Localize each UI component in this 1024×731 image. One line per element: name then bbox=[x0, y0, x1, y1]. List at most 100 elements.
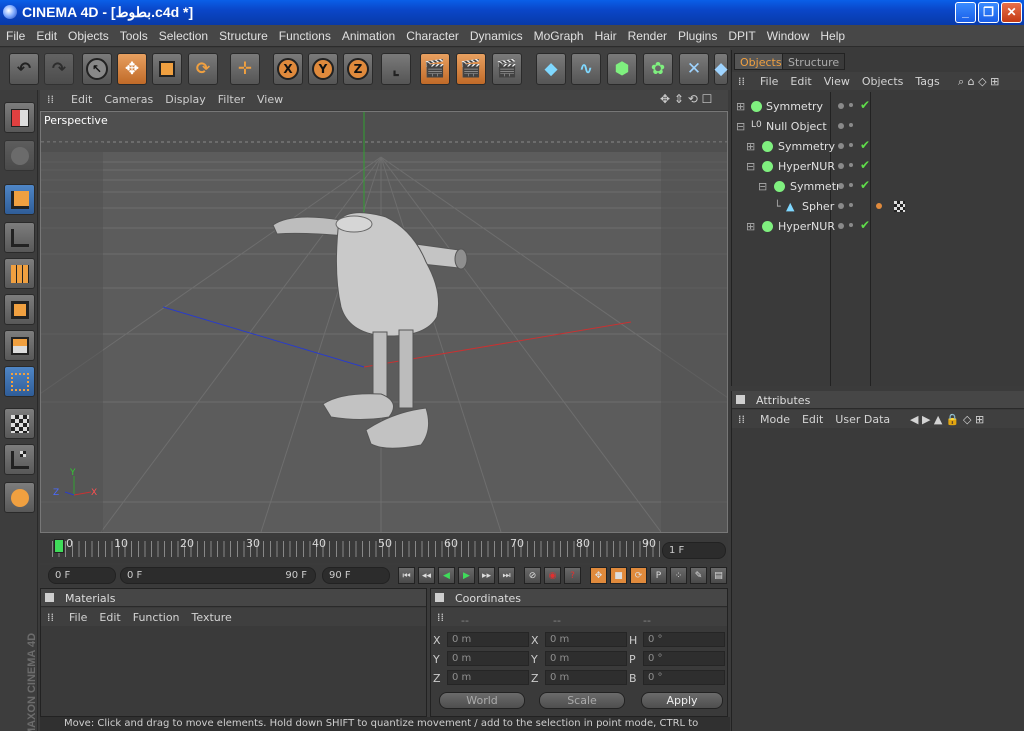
object-row-hypernurbs-2[interactable]: ⊞ HyperNUR ✔ bbox=[734, 217, 1022, 236]
viewport-menu-cameras[interactable]: Cameras bbox=[97, 90, 158, 106]
minimize-button[interactable]: _ bbox=[955, 2, 976, 23]
polygons-mode-button[interactable] bbox=[4, 330, 35, 361]
apply-button[interactable]: Apply bbox=[641, 692, 723, 709]
cube-button[interactable]: ◆ bbox=[536, 53, 566, 85]
viewport-perspective[interactable]: Perspective Y Z X bbox=[40, 111, 728, 533]
menu-functions[interactable]: Functions bbox=[273, 25, 336, 43]
obj-menu-view[interactable]: View bbox=[818, 72, 856, 88]
timeline-playhead[interactable] bbox=[54, 539, 64, 553]
sculpt-button[interactable] bbox=[4, 482, 35, 513]
scene-button[interactable]: ◆ bbox=[714, 53, 728, 85]
play-backward-button[interactable]: ◀ bbox=[438, 567, 455, 584]
timeline-ruler[interactable]: 0 10 20 30 40 50 60 70 80 90 1 F bbox=[40, 537, 728, 563]
key-point-button[interactable]: ⁘ bbox=[670, 567, 687, 584]
add-object-button[interactable]: ✛ bbox=[230, 53, 260, 85]
enabled-check-icon[interactable]: ✔ bbox=[860, 158, 870, 172]
phong-tag-icon[interactable] bbox=[876, 203, 882, 209]
obj-menu-tags[interactable]: Tags bbox=[909, 72, 945, 88]
obj-menu-file[interactable]: File bbox=[754, 72, 784, 88]
z-axis-lock-button[interactable]: Z bbox=[343, 53, 373, 85]
size-y-field[interactable]: 0 m bbox=[545, 651, 627, 666]
enabled-check-icon[interactable]: ✔ bbox=[860, 218, 870, 232]
menu-selection[interactable]: Selection bbox=[153, 25, 213, 43]
obj-menu-edit[interactable]: Edit bbox=[784, 72, 817, 88]
mat-menu-edit[interactable]: Edit bbox=[93, 608, 126, 624]
menu-mograph[interactable]: MoGraph bbox=[528, 25, 589, 43]
key-pla-button[interactable]: ✎ bbox=[690, 567, 707, 584]
mat-menu-function[interactable]: Function bbox=[127, 608, 186, 624]
viewport-menu-filter[interactable]: Filter bbox=[211, 90, 250, 106]
rotate-tool-button[interactable]: ⟳ bbox=[188, 53, 218, 85]
model-tool-button[interactable] bbox=[4, 184, 35, 215]
end-frame-field[interactable]: 90 F bbox=[322, 567, 390, 584]
tab-structure[interactable]: Structure bbox=[782, 53, 846, 70]
attr-menu-mode[interactable]: Mode bbox=[754, 410, 796, 426]
goto-end-button[interactable]: ⏭ bbox=[498, 567, 515, 584]
viewport-menu-edit[interactable]: Edit bbox=[64, 90, 97, 106]
scale-tool-button[interactable] bbox=[152, 53, 182, 85]
attr-nav-icons[interactable]: ◀ ▶ ▲ 🔒 ◇ ⊞ bbox=[904, 410, 990, 426]
object-row-sphere[interactable]: └ ▲ Spher bbox=[734, 197, 1022, 216]
record-key-button[interactable]: ⊘ bbox=[524, 567, 541, 584]
spline-button[interactable]: ∿ bbox=[571, 53, 601, 85]
edges-mode-button[interactable] bbox=[4, 294, 35, 325]
range-slider[interactable]: 0 F 90 F bbox=[120, 567, 316, 584]
key-parameter-button[interactable]: P bbox=[650, 567, 667, 584]
undo-button[interactable]: ↶ bbox=[9, 53, 39, 85]
menu-edit[interactable]: Edit bbox=[30, 25, 62, 43]
key-position-button[interactable]: ✥ bbox=[590, 567, 607, 584]
render-view-button[interactable]: 🎬 bbox=[420, 53, 450, 85]
mat-menu-file[interactable]: File bbox=[63, 608, 93, 624]
object-mode-button[interactable] bbox=[4, 366, 35, 397]
tab-objects[interactable]: Objects bbox=[734, 53, 788, 70]
pos-y-field[interactable]: 0 m bbox=[447, 651, 529, 666]
menu-help[interactable]: Help bbox=[814, 25, 850, 43]
object-row-symmetry-nested[interactable]: ⊟ Symmetr ✔ bbox=[734, 177, 1022, 196]
menu-hair[interactable]: Hair bbox=[589, 25, 622, 43]
scale-dropdown[interactable]: Scale bbox=[539, 692, 625, 709]
window-titlebar[interactable]: CINEMA 4D - [بطوط.c4d *] _ ❐ ✕ bbox=[0, 0, 1024, 25]
array-button[interactable]: ✿ bbox=[643, 53, 673, 85]
key-rotation-button[interactable]: ⟳ bbox=[630, 567, 647, 584]
texture-axis-button[interactable] bbox=[4, 444, 35, 475]
play-forward-button[interactable]: ▶ bbox=[458, 567, 475, 584]
layout-button[interactable] bbox=[4, 102, 35, 133]
menu-dpit[interactable]: DPIT bbox=[722, 25, 760, 43]
current-frame-field[interactable]: 1 F bbox=[662, 542, 726, 559]
menu-file[interactable]: File bbox=[0, 25, 30, 43]
attr-menu-edit[interactable]: Edit bbox=[796, 410, 829, 426]
menu-character[interactable]: Character bbox=[400, 25, 464, 43]
texture-tag-icon[interactable] bbox=[894, 201, 905, 212]
rot-p-field[interactable]: 0 ° bbox=[643, 651, 725, 666]
viewport-menu-display[interactable]: Display bbox=[158, 90, 211, 106]
next-key-button[interactable]: ▸▸ bbox=[478, 567, 495, 584]
redo-button[interactable]: ↷ bbox=[44, 53, 74, 85]
size-x-field[interactable]: 0 m bbox=[545, 632, 627, 647]
object-row-hypernurbs[interactable]: ⊟ HyperNUR ✔ bbox=[734, 157, 1022, 176]
goto-start-button[interactable]: ⏮ bbox=[398, 567, 415, 584]
mat-menu-texture[interactable]: Texture bbox=[186, 608, 238, 624]
live-select-button[interactable]: ↖ bbox=[82, 53, 112, 85]
nurbs-button[interactable]: ⬢ bbox=[607, 53, 637, 85]
menu-animation[interactable]: Animation bbox=[336, 25, 400, 43]
enabled-check-icon[interactable]: ✔ bbox=[860, 138, 870, 152]
object-row-null[interactable]: ⊟ L0 Null Object bbox=[734, 117, 1022, 136]
menu-dynamics[interactable]: Dynamics bbox=[464, 25, 528, 43]
menu-window[interactable]: Window bbox=[761, 25, 815, 43]
rot-b-field[interactable]: 0 ° bbox=[643, 670, 725, 685]
render-settings-button[interactable]: 🎬 bbox=[492, 53, 522, 85]
deformer-button[interactable]: ✕ bbox=[679, 53, 709, 85]
y-axis-lock-button[interactable]: Y bbox=[308, 53, 338, 85]
object-axis-button[interactable] bbox=[4, 222, 35, 253]
auto-key-button[interactable]: ◉ bbox=[544, 567, 561, 584]
key-help-button[interactable]: ? bbox=[564, 567, 581, 584]
prev-key-button[interactable]: ◂◂ bbox=[418, 567, 435, 584]
world-dropdown[interactable]: World bbox=[439, 692, 525, 709]
menu-tools[interactable]: Tools bbox=[114, 25, 153, 43]
world-coordinates-button[interactable]: ⌞ bbox=[381, 53, 411, 85]
viewport-menu-view[interactable]: View bbox=[250, 90, 288, 106]
maximize-button[interactable]: ❐ bbox=[978, 2, 999, 23]
attr-menu-userdata[interactable]: User Data bbox=[829, 410, 896, 426]
obj-menu-objects[interactable]: Objects bbox=[856, 72, 910, 88]
obj-search-icon[interactable]: ⌕ ⌂ ◇ ⊞ bbox=[952, 72, 1005, 89]
